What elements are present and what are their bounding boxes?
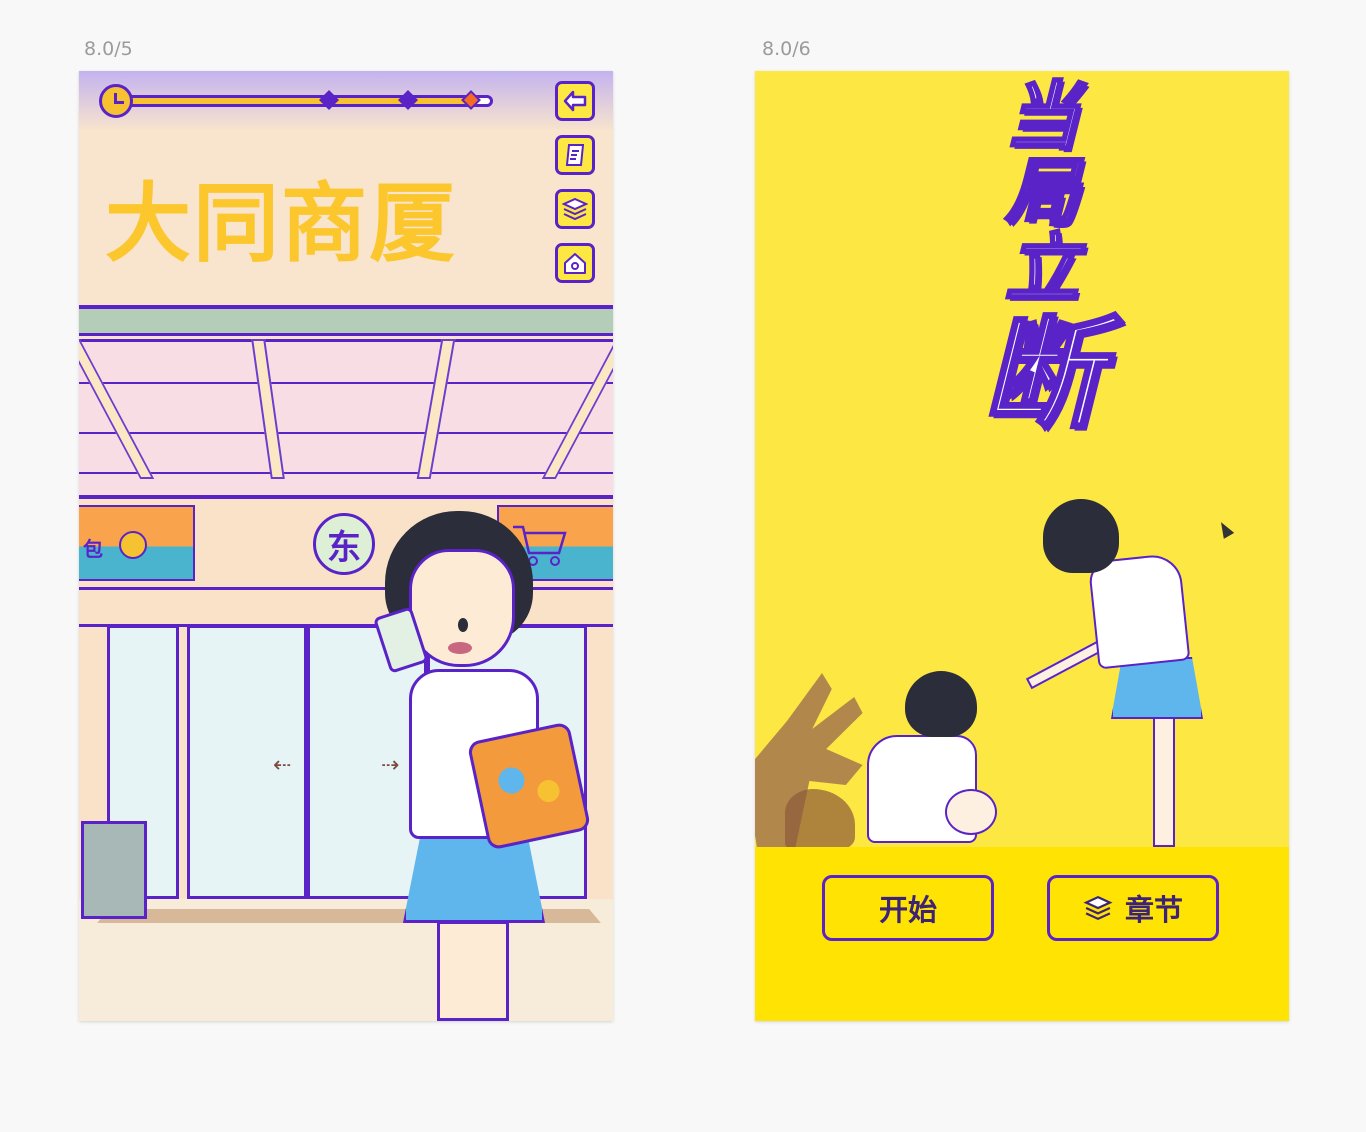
chapters-button-label: 章节: [1124, 893, 1183, 927]
title-char: 当: [1004, 74, 1081, 160]
progress-fill: [120, 98, 476, 104]
sitting-girl-hair: [905, 671, 977, 737]
title-screen: 当 局 立 断 开始 章节: [755, 71, 1289, 1021]
arrow-right-icon: ⇢: [381, 753, 400, 778]
artboard-label-left: 8.0/5: [84, 38, 133, 60]
arrow-left-icon: ⇠: [273, 753, 292, 778]
notes-button[interactable]: [555, 135, 595, 175]
start-button-label: 开始: [878, 893, 937, 927]
chapters-button[interactable]: [555, 189, 595, 229]
home-icon: [564, 253, 586, 274]
mouse-cursor-icon: [1215, 519, 1235, 539]
layers-icon: [1083, 895, 1113, 921]
title-char: 局: [1004, 150, 1081, 236]
chapters-button[interactable]: 章节: [1047, 875, 1219, 941]
start-button[interactable]: 开始: [822, 875, 994, 941]
roof-beam: [79, 309, 613, 336]
store-badge-text: 东: [327, 527, 361, 568]
progress-track: [117, 95, 493, 107]
back-icon: [563, 90, 587, 112]
store-sign: 大同商厦: [105, 176, 457, 272]
banner-left-text: 包: [83, 537, 103, 561]
ad-banner-left: 包: [79, 505, 195, 581]
game-scene-screen: 大同商厦 包 东 ⇠ ⇢: [79, 71, 613, 1021]
home-button[interactable]: [555, 243, 595, 283]
store-badge: 东: [313, 513, 375, 575]
artboard-label-right: 8.0/6: [762, 38, 811, 60]
standing-girl-shirt: [1087, 552, 1191, 670]
note-icon: [565, 144, 585, 166]
game-title: 当 局 立 断: [977, 74, 1107, 445]
title-char: 断: [981, 306, 1104, 445]
title-char: 立: [1004, 226, 1081, 312]
standing-girl-hair: [1043, 499, 1119, 573]
girl-bag: [466, 721, 592, 851]
layers-icon: [562, 197, 588, 221]
standing-girl-leg: [1153, 717, 1175, 847]
shadow-figure: [785, 789, 855, 849]
sitting-girl-knee: [945, 789, 997, 835]
back-button[interactable]: [555, 81, 595, 121]
umbrella-stand: [81, 821, 147, 919]
awning: [79, 339, 613, 502]
shop-front-line: [79, 495, 613, 499]
girl-legs: [437, 921, 509, 1021]
clock-icon: [99, 84, 133, 118]
